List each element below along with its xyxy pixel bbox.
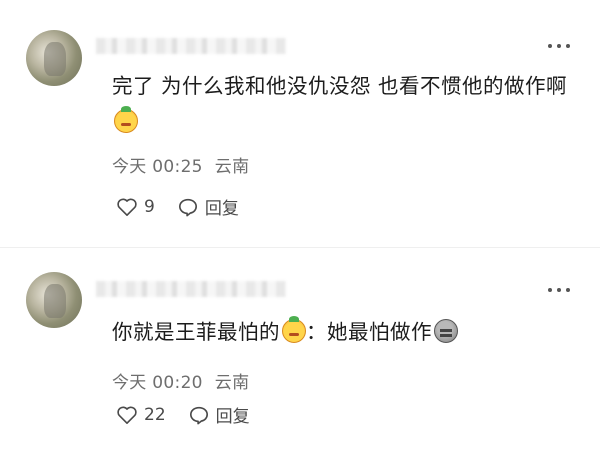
like-count: 22 bbox=[144, 404, 166, 425]
dot-icon bbox=[566, 44, 570, 48]
smirk-emoji-icon bbox=[114, 106, 138, 133]
reply-label: 回复 bbox=[204, 199, 239, 219]
smirk-emoji-icon bbox=[282, 316, 306, 343]
comment-text: 完了 为什么我和他没仇没怨 也看不惯他的做作啊 bbox=[112, 68, 582, 140]
dot-icon bbox=[548, 44, 552, 48]
more-options-button[interactable] bbox=[548, 286, 570, 294]
heart-icon bbox=[117, 198, 137, 216]
comment-text-body: 完了 为什么我和他没仇没怨 也看不惯他的做作啊 bbox=[112, 74, 568, 98]
reply-button[interactable]: 回复 bbox=[177, 194, 239, 219]
comment-item: 你就是王菲最怕的 ：她最怕做作 今天 00:20 云南 22 回复 bbox=[0, 262, 600, 462]
dot-icon bbox=[557, 44, 561, 48]
comment-text-body: 你就是王菲最怕的 bbox=[112, 320, 280, 344]
like-count: 9 bbox=[144, 196, 155, 217]
comment-location: 云南 bbox=[214, 157, 250, 177]
avatar[interactable] bbox=[26, 272, 82, 328]
comment-time: 今天 00:20 bbox=[112, 373, 203, 393]
comment-text: 你就是王菲最怕的 ：她最怕做作 bbox=[112, 314, 582, 350]
rock-emoji-icon bbox=[434, 319, 458, 343]
username-blurred[interactable] bbox=[96, 281, 286, 297]
divider bbox=[0, 247, 600, 248]
chat-bubble-icon bbox=[189, 406, 208, 424]
like-button[interactable]: 9 bbox=[116, 197, 155, 217]
more-options-button[interactable] bbox=[548, 42, 570, 50]
reply-label: 回复 bbox=[215, 407, 250, 427]
chat-bubble-icon bbox=[178, 198, 197, 216]
dot-icon bbox=[566, 288, 570, 292]
comment-location: 云南 bbox=[214, 373, 250, 393]
comment-text-body-2: ：她最怕做作 bbox=[306, 320, 432, 344]
dot-icon bbox=[548, 288, 552, 292]
heart-icon bbox=[117, 406, 137, 424]
comment-actions: 22 回复 bbox=[116, 402, 250, 427]
dot-icon bbox=[557, 288, 561, 292]
reply-button[interactable]: 回复 bbox=[188, 402, 250, 427]
username-blurred[interactable] bbox=[96, 38, 286, 54]
avatar[interactable] bbox=[26, 30, 82, 86]
comment-actions: 9 回复 bbox=[116, 194, 239, 219]
comment-meta: 今天 00:25 云南 bbox=[112, 152, 249, 177]
comment-item: 完了 为什么我和他没仇没怨 也看不惯他的做作啊 今天 00:25 云南 9 回复 bbox=[0, 0, 600, 219]
comment-meta: 今天 00:20 云南 bbox=[112, 368, 249, 393]
like-button[interactable]: 22 bbox=[116, 405, 166, 425]
comment-time: 今天 00:25 bbox=[112, 157, 203, 177]
